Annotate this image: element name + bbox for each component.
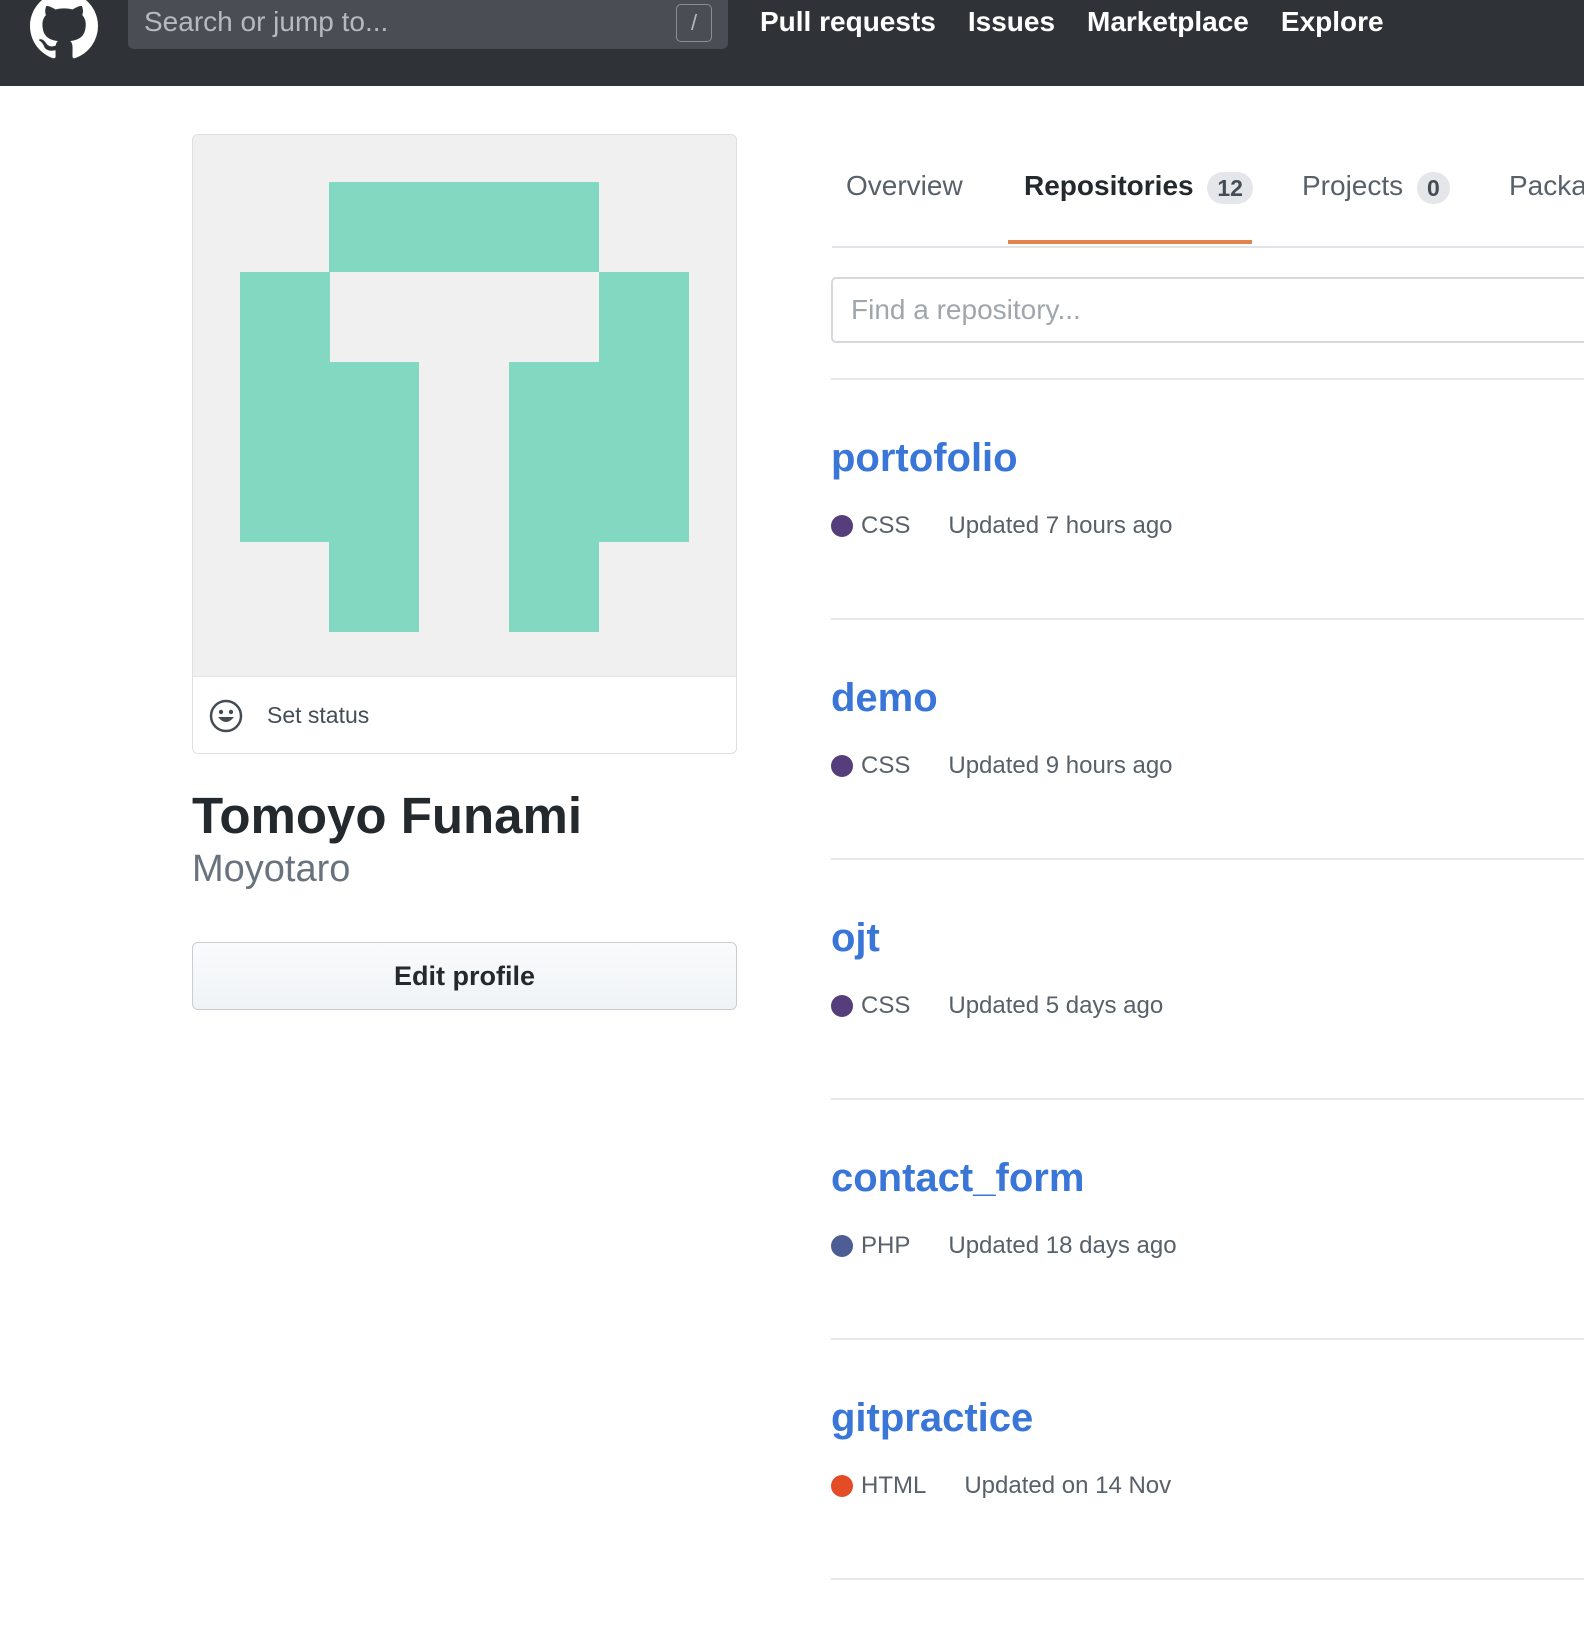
list-divider: [831, 1578, 1584, 1580]
repo-meta: CSS Updated 9 hours ago: [831, 752, 1173, 780]
projects-count-badge: 0: [1416, 171, 1450, 204]
github-logo-icon[interactable]: [30, 0, 98, 60]
profile-full-name: Tomoyo Funami: [192, 787, 583, 844]
set-status-button[interactable]: Set status: [193, 676, 736, 753]
nav-pull-requests[interactable]: Pull requests: [760, 6, 936, 38]
tab-packages[interactable]: Packa: [1509, 170, 1584, 202]
profile-tabs: Overview Repositories 12 Projects 0 Pack…: [832, 150, 1584, 248]
repo-language: HTML: [861, 1472, 927, 1499]
tab-repositories[interactable]: Repositories 12: [1024, 170, 1253, 204]
avatar-card: Set status: [192, 134, 737, 754]
repo-name-link[interactable]: ojt: [831, 916, 880, 961]
repo-name-link[interactable]: portofolio: [831, 436, 1018, 481]
identicon-image: [240, 182, 689, 632]
repo-meta: CSS Updated 5 days ago: [831, 992, 1163, 1020]
repo-language: CSS: [861, 752, 911, 779]
language-color-dot: [831, 515, 853, 537]
list-item: ojt CSS Updated 5 days ago: [831, 860, 1584, 1100]
nav-marketplace[interactable]: Marketplace: [1087, 6, 1249, 38]
tab-repositories-label: Repositories: [1024, 170, 1194, 201]
repo-meta: PHP Updated 18 days ago: [831, 1232, 1177, 1260]
tab-projects-label: Projects: [1302, 170, 1404, 201]
smiley-icon: [209, 699, 243, 733]
tab-packages-label: Packa: [1509, 170, 1584, 201]
search-placeholder: Search or jump to...: [144, 6, 389, 37]
repo-language: CSS: [861, 992, 911, 1019]
repo-meta: HTML Updated on 14 Nov: [831, 1472, 1171, 1500]
repo-language: PHP: [861, 1232, 911, 1259]
repo-name-link[interactable]: demo: [831, 676, 938, 721]
repo-name-link[interactable]: gitpractice: [831, 1396, 1033, 1441]
language-color-dot: [831, 1235, 853, 1257]
edit-profile-button[interactable]: Edit profile: [192, 942, 737, 1010]
active-tab-indicator: [1008, 240, 1252, 244]
language-color-dot: [831, 1475, 853, 1497]
top-header: Search or jump to... / Pull requests Iss…: [0, 0, 1584, 86]
profile-username: Moyotaro: [192, 848, 351, 890]
repo-updated: Updated on 14 Nov: [964, 1472, 1172, 1499]
repositories-count-badge: 12: [1207, 171, 1253, 204]
tab-overview-label: Overview: [846, 170, 963, 201]
repo-meta: CSS Updated 7 hours ago: [831, 512, 1173, 540]
repo-language: CSS: [861, 512, 911, 539]
tab-overview[interactable]: Overview: [846, 170, 963, 202]
language-color-dot: [831, 755, 853, 777]
set-status-label: Set status: [267, 702, 370, 728]
tab-projects[interactable]: Projects 0: [1302, 170, 1450, 204]
list-item: gitpractice HTML Updated on 14 Nov: [831, 1340, 1584, 1580]
search-shortcut-key: /: [676, 4, 712, 42]
language-color-dot: [831, 995, 853, 1017]
repo-updated: Updated 7 hours ago: [948, 512, 1173, 539]
list-item: demo CSS Updated 9 hours ago: [831, 620, 1584, 860]
repo-name-link[interactable]: contact_form: [831, 1156, 1084, 1201]
list-item: contact_form PHP Updated 18 days ago: [831, 1100, 1584, 1340]
global-search-input[interactable]: Search or jump to... /: [128, 0, 728, 49]
list-item: portofolio CSS Updated 7 hours ago: [831, 380, 1584, 620]
nav-issues[interactable]: Issues: [968, 6, 1055, 38]
avatar[interactable]: [193, 135, 736, 676]
repo-updated: Updated 9 hours ago: [948, 752, 1173, 779]
repo-updated: Updated 18 days ago: [948, 1232, 1177, 1259]
nav-explore[interactable]: Explore: [1281, 6, 1384, 38]
top-nav: Pull requests Issues Marketplace Explore: [760, 6, 1384, 38]
repo-updated: Updated 5 days ago: [948, 992, 1164, 1019]
find-repository-input[interactable]: [831, 277, 1584, 343]
